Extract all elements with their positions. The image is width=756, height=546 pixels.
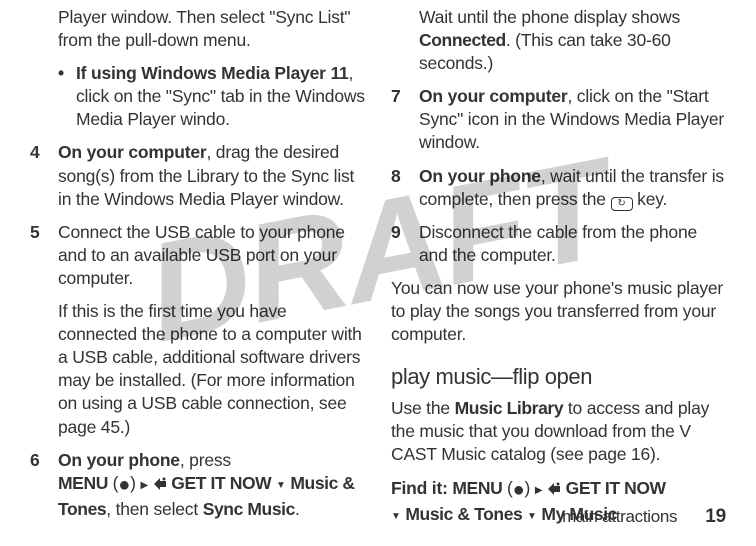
step-5: 5 Connect the USB cable to your phone an… (30, 221, 365, 439)
bold-text: On your computer (419, 86, 567, 106)
step-body: On your computer, click on the "Start Sy… (419, 85, 726, 154)
body-text: Wait until the phone display shows (419, 7, 680, 27)
step-number: 4 (30, 141, 58, 210)
menu-label: MENU (452, 478, 502, 498)
body-text: , then select (106, 499, 202, 519)
step-body: Connect the USB cable to your phone and … (58, 221, 365, 439)
left-column: Player window. Then select "Sync List" f… (30, 6, 365, 504)
step-9: 9 Disconnect the cable from the phone an… (391, 221, 726, 267)
body-text: key. (633, 189, 668, 209)
bold-text: On your computer (58, 142, 206, 162)
bullet-marker: • (58, 62, 76, 131)
step-8: 8 On your phone, wait until the transfer… (391, 165, 726, 211)
nav-down-icon: ▼ (391, 510, 401, 523)
body-text: Use the (391, 398, 455, 418)
step-body: Disconnect the cable from the phone and … (419, 221, 726, 267)
paragraph: Use the Music Library to access and play… (391, 397, 726, 466)
body-text: ) (130, 473, 140, 493)
connected-label: Connected (419, 30, 506, 50)
step-number: 9 (391, 221, 419, 267)
step-body: On your computer, drag the desired song(… (58, 141, 365, 210)
menu-label: MENU (58, 473, 108, 493)
step-number: 6 (30, 449, 58, 522)
body-text: If this is the first time you have conne… (58, 300, 365, 439)
sync-music-label: Sync Music (203, 499, 295, 519)
continuation-text: Player window. Then select "Sync List" f… (30, 6, 365, 52)
section-name: main attractions (562, 506, 677, 528)
nav-down-icon: ▼ (276, 479, 286, 492)
body-text: . (295, 499, 300, 519)
nav-down-icon: ▼ (527, 510, 537, 523)
continuation-text: Wait until the phone display shows Conne… (391, 6, 726, 75)
body-text: , press (180, 450, 231, 470)
body-text: Disconnect the cable from the phone and … (419, 222, 697, 265)
body-text: ) (525, 478, 535, 498)
bold-text: If using Windows Media Player 11 (76, 63, 349, 83)
get-it-now-label: GET IT NOW (171, 473, 271, 493)
find-it-label: Find it: (391, 478, 452, 498)
bullet-item: • If using Windows Media Player 11, clic… (30, 62, 365, 131)
step-body: On your phone, press MENU (●) ▶ GET IT N… (58, 449, 365, 522)
center-key-icon: ● (513, 479, 525, 501)
end-key-icon (611, 197, 633, 211)
step-7: 7 On your computer, click on the "Start … (391, 85, 726, 154)
get-it-now-label: GET IT NOW (566, 478, 666, 498)
music-library-label: Music Library (455, 398, 564, 418)
get-it-now-icon (153, 473, 167, 487)
paragraph: You can now use your phone's music playe… (391, 277, 726, 346)
step-number: 5 (30, 221, 58, 439)
center-key-icon: ● (118, 474, 130, 496)
nav-right-icon: ▶ (140, 479, 148, 492)
bullet-body: If using Windows Media Player 11, click … (76, 62, 365, 131)
step-body: On your phone, wait until the transfer i… (419, 165, 726, 211)
step-number: 8 (391, 165, 419, 211)
page-columns: Player window. Then select "Sync List" f… (30, 6, 726, 504)
step-number: 7 (391, 85, 419, 154)
body-text: Connect the USB cable to your phone and … (58, 221, 365, 290)
step-6: 6 On your phone, press MENU (●) ▶ GET IT… (30, 449, 365, 522)
get-it-now-icon (547, 478, 561, 492)
bold-text: On your phone (419, 166, 541, 186)
nav-right-icon: ▶ (535, 484, 543, 497)
step-4: 4 On your computer, drag the desired son… (30, 141, 365, 210)
right-column: Wait until the phone display shows Conne… (391, 6, 726, 504)
music-tones-label: Music & Tones (405, 504, 522, 524)
page-number: 19 (705, 504, 726, 529)
bold-text: On your phone (58, 450, 180, 470)
section-heading: play music—flip open (391, 362, 726, 391)
